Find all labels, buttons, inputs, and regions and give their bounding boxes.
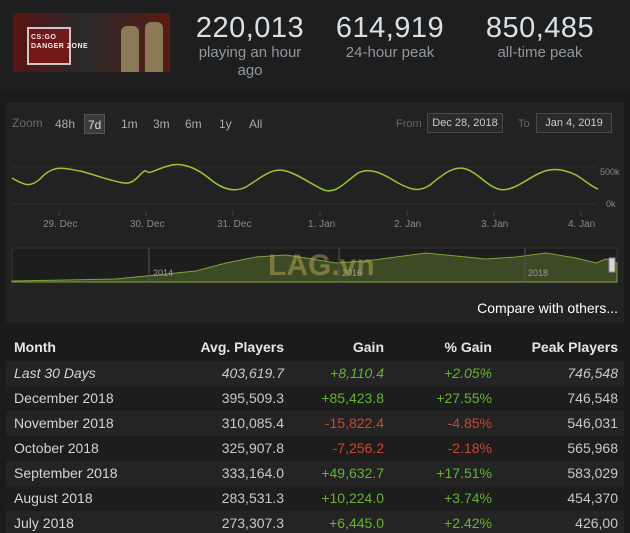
cell-peak: 746,548 (567, 390, 618, 406)
x-tick-label: 4. Jan (568, 219, 595, 230)
cell-peak: 565,968 (567, 440, 618, 456)
cell-pct: +2.42% (444, 515, 492, 531)
table-row: Last 30 Days 403,619.7 +8,110.4 +2.05% 7… (6, 361, 624, 386)
y-tick-label: 500k (600, 167, 620, 177)
navigator-tick-label: 2018 (528, 268, 548, 278)
stat-value: 220,013 (195, 12, 305, 44)
cell-avg: 333,164.0 (221, 465, 284, 481)
cell-pct: -4.85% (447, 415, 492, 431)
table-header: Month Avg. Players Gain % Gain Peak Play… (6, 333, 624, 361)
stat-all-time-peak: 850,485 all-time peak (476, 12, 604, 62)
stat-value: 850,485 (485, 12, 595, 44)
cell-peak: 583,029 (567, 465, 618, 481)
cell-month: November 2018 (14, 415, 114, 431)
cell-avg: 395,509.3 (221, 390, 284, 406)
stat-label: 24-hour peak (345, 44, 435, 61)
chart-panel: Zoom 48h 7d 1m 3m 6m 1y All From Dec 28,… (6, 103, 624, 323)
header-avg-players[interactable]: Avg. Players (200, 333, 284, 361)
cell-gain: +10,224.0 (321, 490, 384, 506)
cell-gain: -7,256.2 (332, 440, 384, 456)
cell-peak: 454,370 (567, 490, 618, 506)
cell-pct: -2.18% (447, 440, 492, 456)
cell-month: August 2018 (14, 490, 93, 506)
y-tick-label: 0k (606, 199, 616, 209)
table-row: October 2018 325,907.8 -7,256.2 -2.18% 5… (6, 436, 624, 461)
cell-pct: +3.74% (444, 490, 492, 506)
header-month[interactable]: Month (14, 333, 56, 361)
cell-avg: 403,619.7 (221, 365, 284, 381)
cell-avg: 273,307.3 (221, 515, 284, 531)
header-gain[interactable]: Gain (353, 333, 384, 361)
x-tick-label: 31. Dec (217, 219, 251, 230)
x-tick-label: 3. Jan (481, 219, 508, 230)
cell-month: October 2018 (14, 440, 99, 456)
cell-pct: +17.51% (436, 465, 492, 481)
series-line (11, 163, 599, 192)
stat-label: playing an hour ago (198, 44, 302, 79)
cell-peak: 426,00 (575, 515, 618, 531)
cell-gain: +6,445.0 (329, 515, 384, 531)
cell-month: July 2018 (14, 515, 74, 531)
monthly-stats-table: Month Avg. Players Gain % Gain Peak Play… (6, 333, 624, 533)
x-tick-marks (58, 211, 582, 216)
cell-avg: 310,085.4 (221, 415, 284, 431)
stat-current-players: 220,013 playing an hour ago (186, 12, 314, 80)
header-peak-players[interactable]: Peak Players (532, 333, 618, 361)
cell-month: September 2018 (14, 465, 118, 481)
cell-pct: +2.05% (444, 365, 492, 381)
x-tick-label: 30. Dec (130, 219, 164, 230)
navigator-tick-label: 2014 (153, 268, 173, 278)
compare-with-others-link[interactable]: Compare with others... (477, 300, 618, 316)
cell-gain: -15,822.4 (324, 415, 384, 431)
player-chart[interactable]: 500k 0k 29. Dec 30. Dec 31. Dec 1. Jan 2… (6, 103, 624, 323)
x-tick-label: 1. Jan (308, 219, 335, 230)
cell-month: Last 30 Days (14, 365, 96, 381)
watermark-logo: LAG.vn (268, 249, 375, 282)
stat-value: 614,919 (335, 12, 445, 44)
navigator-handle (608, 257, 616, 273)
cell-gain: +8,110.4 (330, 365, 384, 381)
stats-header: CS:GO DANGER ZONE 220,013 playing an hou… (0, 0, 630, 92)
game-banner-image: CS:GO DANGER ZONE (13, 13, 170, 72)
cell-pct: +27.55% (436, 390, 492, 406)
stat-24h-peak: 614,919 24-hour peak (334, 12, 446, 62)
stat-label: all-time peak (497, 44, 583, 61)
cell-avg: 283,531.3 (221, 490, 284, 506)
soldier-figure (121, 26, 139, 72)
table-row: November 2018 310,085.4 -15,822.4 -4.85%… (6, 411, 624, 436)
cell-gain: +49,632.7 (321, 465, 384, 481)
table-row: August 2018 283,531.3 +10,224.0 +3.74% 4… (6, 486, 624, 511)
cell-gain: +85,423.8 (321, 390, 384, 406)
game-logo-text: CS:GO DANGER ZONE (31, 34, 89, 50)
table-row: September 2018 333,164.0 +49,632.7 +17.5… (6, 461, 624, 486)
soldier-figure (145, 22, 163, 72)
cell-avg: 325,907.8 (221, 440, 284, 456)
cell-peak: 746,548 (567, 365, 618, 381)
x-tick-label: 2. Jan (394, 219, 421, 230)
cell-peak: 546,031 (567, 415, 618, 431)
table-row: July 2018 273,307.3 +6,445.0 +2.42% 426,… (6, 511, 624, 533)
cell-month: December 2018 (14, 390, 114, 406)
table-row: December 2018 395,509.3 +85,423.8 +27.55… (6, 386, 624, 411)
header-pct-gain[interactable]: % Gain (445, 333, 492, 361)
x-tick-label: 29. Dec (43, 219, 77, 230)
